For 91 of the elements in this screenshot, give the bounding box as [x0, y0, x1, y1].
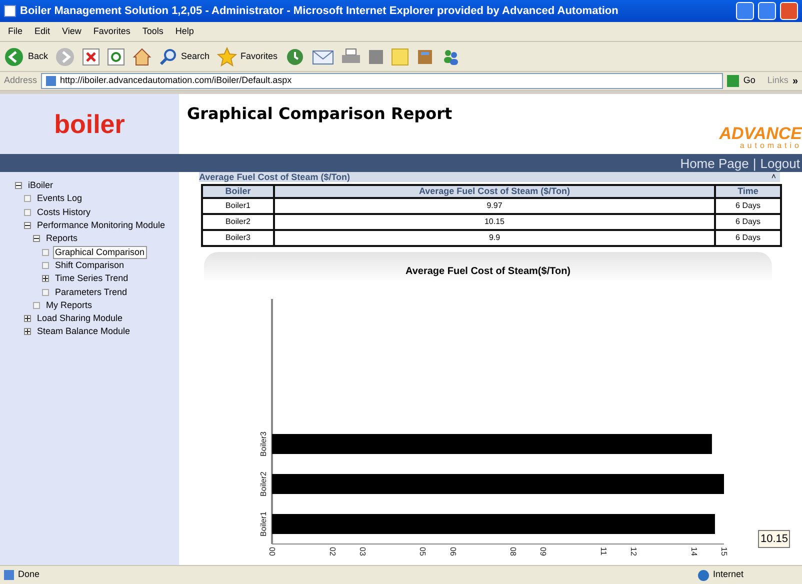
tree-item[interactable]: Shift Comparison	[53, 258, 126, 272]
tick-label: 00	[268, 547, 276, 556]
menu-item[interactable]: Edit	[34, 24, 50, 38]
menu-item[interactable]: Favorites	[93, 24, 130, 38]
brand-tagline: automatio	[740, 142, 802, 150]
collapse-toggle-icon[interactable]	[33, 235, 40, 242]
tree-item[interactable]: Reports	[44, 232, 80, 246]
column-header: Boiler	[202, 185, 274, 198]
toolbar-button[interactable]	[132, 46, 152, 66]
tick-label: 02	[328, 547, 337, 556]
expand-toggle-icon[interactable]	[24, 315, 31, 322]
tick-label: 08	[508, 547, 518, 556]
logo: boiler	[54, 108, 125, 140]
page-title: Graphical Comparison Report	[186, 103, 454, 125]
table-cell: 9.9	[274, 230, 715, 246]
tree-item[interactable]: Events Log	[35, 192, 84, 206]
refresh-icon	[107, 48, 126, 66]
category-label: Boiler3	[259, 432, 268, 456]
more-chevron[interactable]: »	[792, 74, 798, 88]
globe-icon	[698, 570, 709, 580]
menu-item[interactable]: View	[62, 24, 82, 38]
collapse-toggle-icon[interactable]	[15, 182, 22, 190]
category-label: Boiler1	[259, 512, 268, 536]
clock-icon	[284, 46, 305, 66]
close-button[interactable]	[780, 2, 798, 20]
collapse-button[interactable]: ˄	[771, 173, 776, 181]
zone-text: Internet	[713, 568, 745, 582]
tick-label: 05	[418, 547, 428, 556]
expand-toggle-icon[interactable]	[42, 275, 49, 282]
toolbar-button[interactable]	[416, 48, 434, 66]
table-cell: Boiler2	[202, 214, 274, 230]
collapse-toggle-icon[interactable]	[24, 222, 31, 230]
column-header: Time	[715, 185, 781, 198]
table-cell: Boiler3	[202, 230, 274, 246]
toolbar-button[interactable]	[284, 46, 305, 66]
toolbar-button[interactable]: Favorites	[216, 46, 278, 66]
tree-item[interactable]: Costs History	[35, 206, 93, 219]
column-header: Average Fuel Cost of Steam ($/Ton)	[274, 185, 715, 198]
toolbar-button[interactable]	[82, 48, 100, 66]
tree-item[interactable]: Time Series Trend	[53, 272, 130, 286]
toolbar-button[interactable]: Search	[159, 48, 210, 66]
minimize-button[interactable]	[736, 2, 754, 20]
table-cell: 6 Days	[715, 198, 781, 214]
tree-item[interactable]: My Reports	[44, 298, 94, 312]
tick-label: 11	[598, 547, 608, 556]
menu-item[interactable]: Help	[175, 24, 194, 38]
tick-label: 12	[629, 547, 638, 556]
book-icon	[416, 48, 434, 66]
toolbar-button[interactable]	[312, 48, 334, 66]
tree-item[interactable]: iBoiler	[26, 179, 56, 192]
toolbar-button[interactable]	[340, 48, 361, 66]
search-icon	[159, 48, 178, 66]
tick-label: 15	[720, 547, 728, 556]
nav-link[interactable]: Home Page	[680, 156, 749, 170]
printer-icon	[340, 48, 361, 66]
star-icon	[216, 46, 237, 66]
address-label: Address	[4, 74, 38, 88]
tree-item[interactable]: Load Sharing Module	[35, 312, 125, 326]
nav-separator: |	[752, 156, 756, 170]
menu-item[interactable]: Tools	[142, 24, 164, 38]
table-cell: 10.15	[274, 214, 715, 230]
tick-label: 06	[448, 547, 458, 556]
tree-item[interactable]: Performance Monitoring Module	[35, 219, 168, 232]
tick-label: 09	[538, 547, 548, 556]
maximize-button[interactable]	[758, 2, 776, 20]
table-cell: 6 Days	[715, 230, 781, 246]
chart-title: Average Fuel Cost of Steam($/Ton)	[405, 265, 571, 279]
note-icon	[390, 48, 409, 66]
toolbar-button[interactable]	[107, 48, 126, 66]
tree-item[interactable]: Graphical Comparison	[53, 246, 147, 259]
address-field[interactable]: http://iboiler.advancedautomation.com/iBoiler/Default.aspx	[41, 73, 724, 89]
panel-title: Average Fuel Cost of Steam ($/Ton)	[199, 172, 350, 182]
expand-toggle-icon[interactable]	[24, 328, 31, 336]
value-tooltip: 10.15	[758, 530, 790, 548]
tree-item[interactable]: Parameters Trend	[53, 286, 130, 299]
stop-icon	[82, 48, 100, 66]
table-cell: Boiler1	[202, 198, 274, 214]
menu-item[interactable]: File	[8, 24, 23, 38]
house-icon	[132, 46, 152, 66]
status-text: Done	[18, 568, 41, 582]
nav-link[interactable]: Logout	[760, 156, 800, 170]
toolbar-button[interactable]: Back	[4, 46, 48, 66]
go-button[interactable]: Go	[727, 74, 756, 88]
table-cell: 6 Days	[715, 214, 781, 230]
table-cell: 9.97	[274, 198, 715, 214]
tick-label: 14	[689, 547, 698, 556]
tick-label: 03	[358, 547, 367, 556]
category-label: Boiler2	[259, 472, 268, 496]
envelope-icon	[312, 48, 334, 66]
window-title: Boiler Management Solution 1,2,05 - Administrator - Microsoft Internet Explorer provided by Advanced Automation	[20, 4, 620, 19]
tree-item[interactable]: Steam Balance Module	[35, 325, 132, 338]
